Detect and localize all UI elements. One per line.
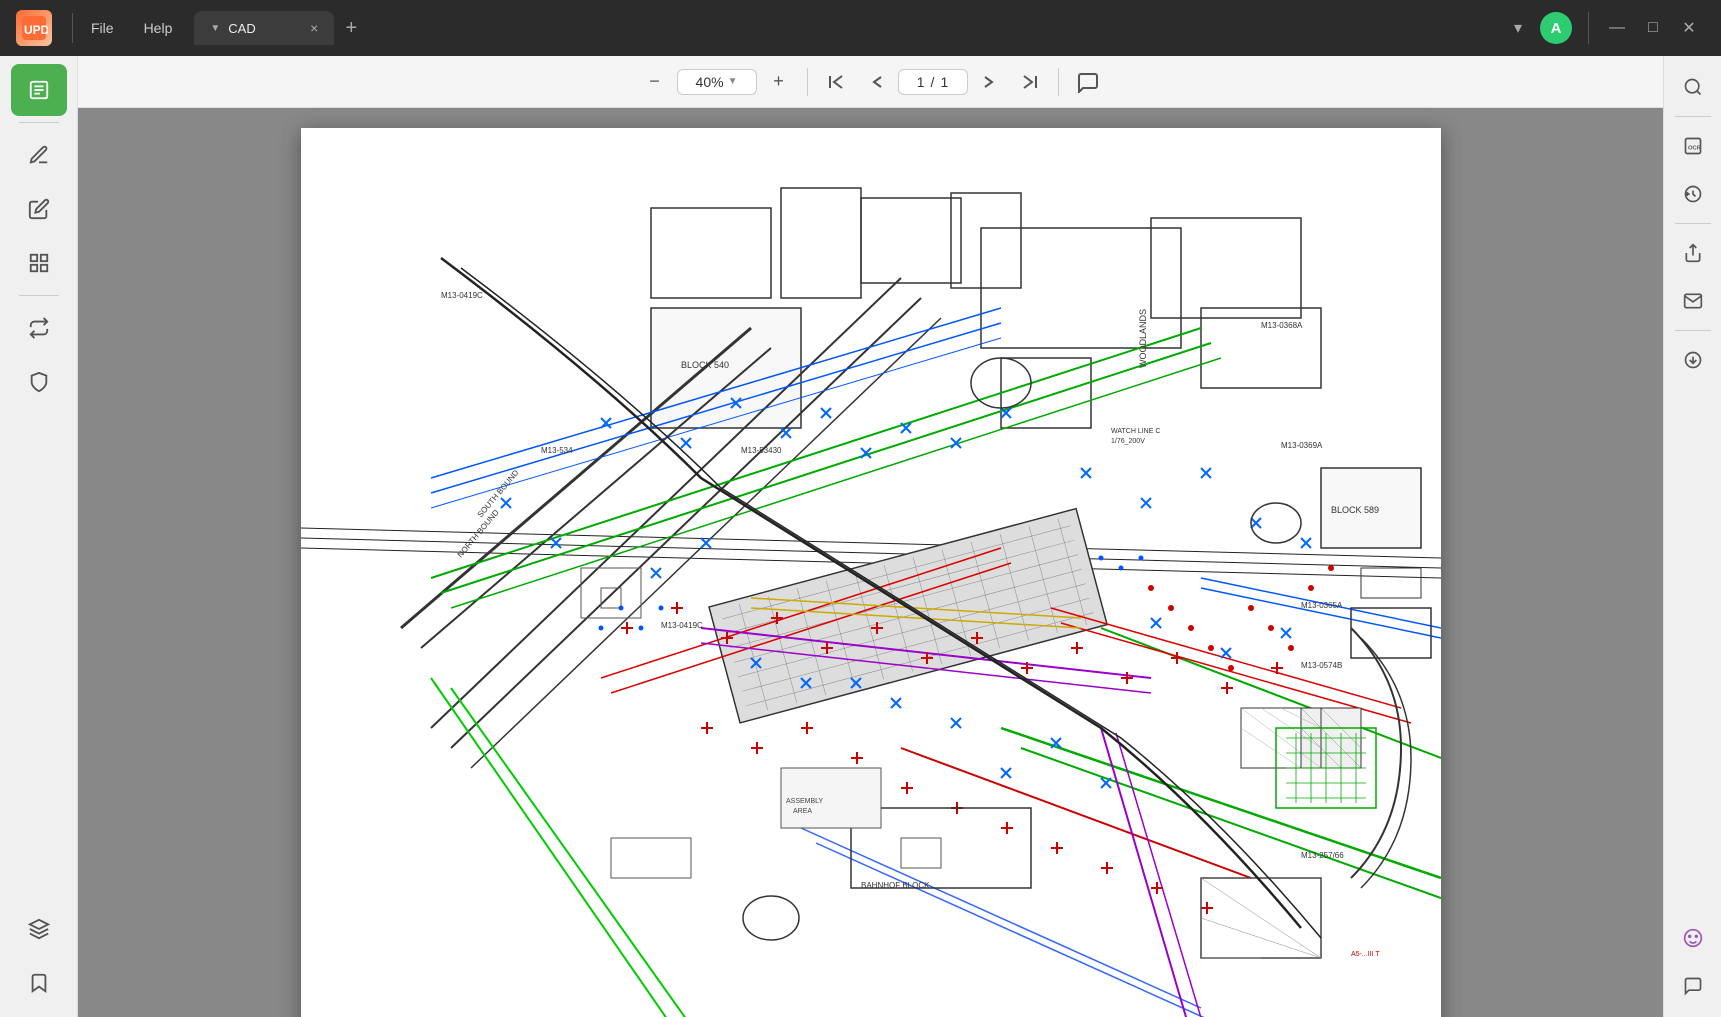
right-sidebar-ai[interactable] (1670, 915, 1716, 961)
svg-text:AREA: AREA (793, 808, 812, 815)
sidebar-item-protect[interactable] (11, 356, 67, 408)
sidebar-item-edit[interactable] (11, 183, 67, 235)
menu-help[interactable]: Help (130, 14, 187, 42)
svg-text:M13-0419C: M13-0419C (661, 621, 703, 630)
logo-icon: UPDF (16, 10, 52, 46)
right-sidebar-div-2 (1675, 223, 1711, 224)
svg-text:ASSEMBLY: ASSEMBLY (786, 798, 824, 805)
right-sidebar-save[interactable] (1670, 337, 1716, 383)
sidebar-item-convert[interactable] (11, 302, 67, 354)
right-sidebar-search[interactable] (1670, 64, 1716, 110)
toolbar: − 40% ▼ + 1 / 1 (78, 56, 1663, 108)
toolbar-sep-2 (1058, 68, 1059, 96)
tab-close-icon[interactable]: × (310, 20, 318, 36)
sidebar-item-reader-mode[interactable] (11, 64, 67, 116)
svg-text:M13-534: M13-534 (541, 446, 573, 455)
page-total: 1 (940, 74, 948, 90)
sidebar-item-organize[interactable] (11, 237, 67, 289)
prev-page-button[interactable] (858, 64, 894, 100)
svg-text:M13-257/66: M13-257/66 (1301, 851, 1344, 860)
svg-text:M13-0369A: M13-0369A (1281, 441, 1323, 450)
sidebar-divider-2 (19, 295, 59, 296)
svg-text:BLOCK 589: BLOCK 589 (1331, 505, 1379, 515)
next-page-button[interactable] (972, 64, 1008, 100)
close-button[interactable]: ✕ (1673, 12, 1705, 44)
svg-text:M13-0368A: M13-0368A (1261, 321, 1303, 330)
zoom-out-button[interactable]: − (637, 64, 673, 100)
right-sidebar-share[interactable] (1670, 230, 1716, 276)
svg-text:1/76_200V: 1/76_200V (1111, 438, 1145, 445)
comment-button[interactable] (1069, 64, 1105, 100)
cad-drawing: BLOCK 540 BLOCK 589 SOUTH BOUND NORTH BO… (301, 128, 1441, 1017)
zoom-in-button[interactable]: + (761, 64, 797, 100)
zoom-display[interactable]: 40% ▼ (677, 69, 757, 95)
right-sidebar-email[interactable] (1670, 278, 1716, 324)
zoom-dropdown-icon: ▼ (728, 76, 738, 87)
svg-text:M13-0574B: M13-0574B (1301, 661, 1342, 670)
svg-text:A5-...III T: A5-...III T (1351, 951, 1380, 958)
tab-add-button[interactable]: + (334, 11, 368, 45)
menu-file[interactable]: File (77, 14, 128, 42)
sidebar-divider-1 (19, 122, 59, 123)
toolbar-sep-1 (807, 68, 808, 96)
titlebar-right: ▾ A — □ ✕ (1504, 12, 1721, 44)
separator-1 (72, 13, 73, 43)
document-area[interactable]: BLOCK 540 BLOCK 589 SOUTH BOUND NORTH BO… (78, 108, 1663, 1017)
svg-text:WOODLANDS: WOODLANDS (1138, 309, 1148, 368)
right-sidebar: OCR (1663, 56, 1721, 1017)
tab-area: ▼ CAD × + (194, 11, 1504, 45)
svg-text:M13-53430: M13-53430 (741, 446, 782, 455)
titlebar: UPDF File Help ▼ CAD × + ▾ A — □ ✕ (0, 0, 1721, 56)
page-separator: / (931, 74, 935, 90)
right-sidebar-div-3 (1675, 330, 1711, 331)
maximize-button[interactable]: □ (1637, 12, 1669, 44)
svg-text:UPDF: UPDF (24, 23, 48, 37)
tab-label: CAD (228, 21, 255, 36)
right-sidebar-div-1 (1675, 116, 1711, 117)
svg-text:M13-0419C: M13-0419C (441, 291, 483, 300)
app-logo[interactable]: UPDF (0, 10, 68, 46)
last-page-button[interactable] (1012, 64, 1048, 100)
right-sidebar-extract[interactable] (1670, 171, 1716, 217)
page-current: 1 (917, 74, 925, 90)
titlebar-menu: File Help (77, 14, 186, 42)
right-sidebar-chat[interactable] (1670, 963, 1716, 1009)
svg-text:BAHNHOF BLOCK: BAHNHOF BLOCK (861, 881, 930, 890)
tab-cad[interactable]: ▼ CAD × (194, 11, 334, 45)
first-page-button[interactable] (818, 64, 854, 100)
right-sidebar-ocr[interactable]: OCR (1670, 123, 1716, 169)
svg-text:WATCH LINE C: WATCH LINE C (1111, 428, 1160, 435)
document-page: BLOCK 540 BLOCK 589 SOUTH BOUND NORTH BO… (301, 128, 1441, 1017)
svg-text:M13-0365A: M13-0365A (1301, 601, 1343, 610)
tab-dropdown-icon: ▼ (210, 23, 220, 34)
titlebar-dropdown-icon[interactable]: ▾ (1504, 14, 1532, 42)
left-sidebar (0, 56, 78, 1017)
window-controls: — □ ✕ (1588, 12, 1705, 44)
sidebar-item-annotate[interactable] (11, 129, 67, 181)
avatar[interactable]: A (1540, 12, 1572, 44)
sidebar-item-bookmark[interactable] (11, 957, 67, 1009)
sidebar-item-layers[interactable] (11, 903, 67, 955)
svg-text:OCR: OCR (1688, 145, 1702, 151)
minimize-button[interactable]: — (1601, 12, 1633, 44)
main-area: − 40% ▼ + 1 / 1 (0, 56, 1721, 1017)
zoom-value: 40% (696, 74, 724, 90)
page-input[interactable]: 1 / 1 (898, 69, 968, 95)
